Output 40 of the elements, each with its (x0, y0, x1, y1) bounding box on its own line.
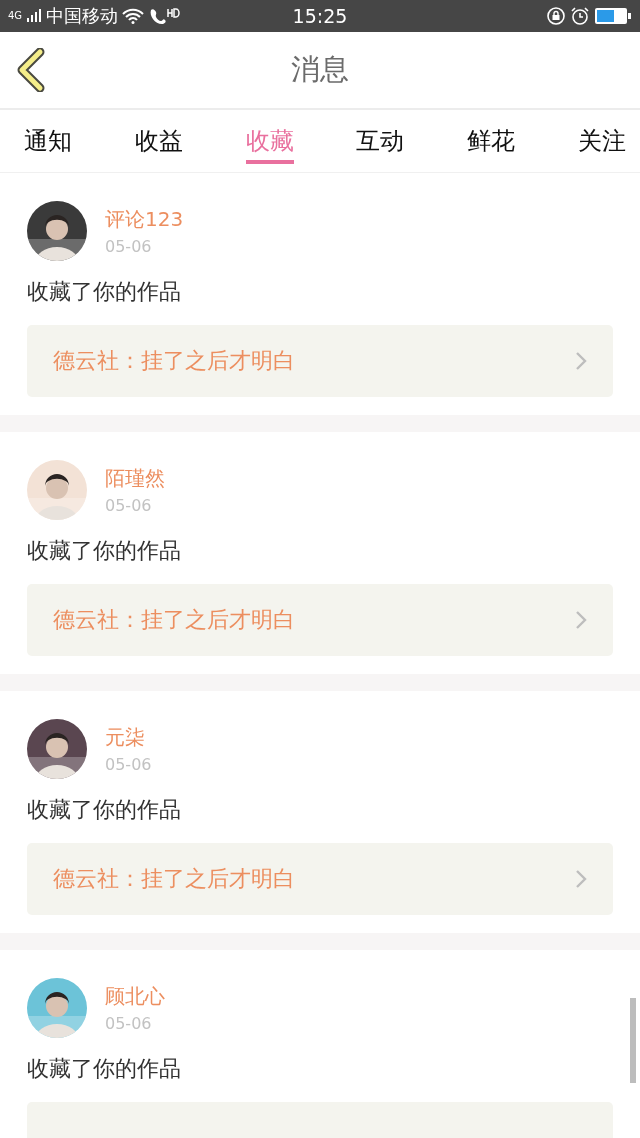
carrier-name: 中国移动 (46, 4, 119, 28)
tab[interactable]: 互动 (356, 112, 405, 164)
date-label: 05-06 (105, 755, 152, 774)
tab[interactable]: 通知 (24, 112, 72, 164)
rotation-lock-icon (546, 6, 566, 26)
message-text: 收藏了你的作品 (27, 278, 182, 306)
clock-time: 15:25 (292, 5, 348, 27)
alarm-icon (570, 6, 590, 26)
work-link[interactable]: 德云社：挂了之后才明白 (27, 843, 613, 915)
message-text: 收藏了你的作品 (27, 796, 182, 824)
tab[interactable]: 关注 (578, 112, 626, 164)
date-label: 05-06 (105, 237, 153, 256)
tab[interactable]: 收藏 (245, 112, 294, 164)
network-label: 4G (8, 10, 23, 21)
wifi-icon (122, 8, 145, 24)
username[interactable]: 元柒 (105, 724, 152, 751)
chevron-right-icon (575, 351, 587, 371)
tab[interactable]: 收益 (134, 112, 183, 164)
message-text: 收藏了你的作品 (27, 1055, 182, 1083)
message-text: 收藏了你的作品 (27, 537, 182, 565)
date-label: 05-06 (105, 496, 153, 515)
chevron-right-icon (575, 610, 587, 630)
username[interactable]: 顾北心 (105, 983, 165, 1010)
username[interactable]: 评论123 (105, 206, 184, 233)
page-title: 消息 (291, 51, 349, 88)
back-button[interactable] (16, 48, 46, 92)
work-link[interactable]: 德云社：挂了之后才明白 (27, 325, 613, 397)
phone-hd-icon (148, 7, 181, 25)
work-link[interactable]: 德云社：挂了之后才明白 (27, 584, 613, 656)
work-title: 德云社：挂了之后才明白 (53, 606, 295, 634)
chevron-right-icon (575, 869, 587, 889)
date-label: 05-06 (105, 1014, 153, 1033)
work-title: 德云社：挂了之后才明白 (53, 865, 295, 893)
tab[interactable]: 鲜花 (467, 112, 516, 164)
username[interactable]: 陌瑾然 (105, 465, 165, 492)
signal-icon (26, 8, 43, 24)
back-chevron-icon (16, 48, 46, 92)
work-title: 德云社：挂了之后才明白 (53, 347, 295, 375)
battery-icon (594, 7, 632, 25)
scrollbar[interactable] (630, 998, 636, 1083)
